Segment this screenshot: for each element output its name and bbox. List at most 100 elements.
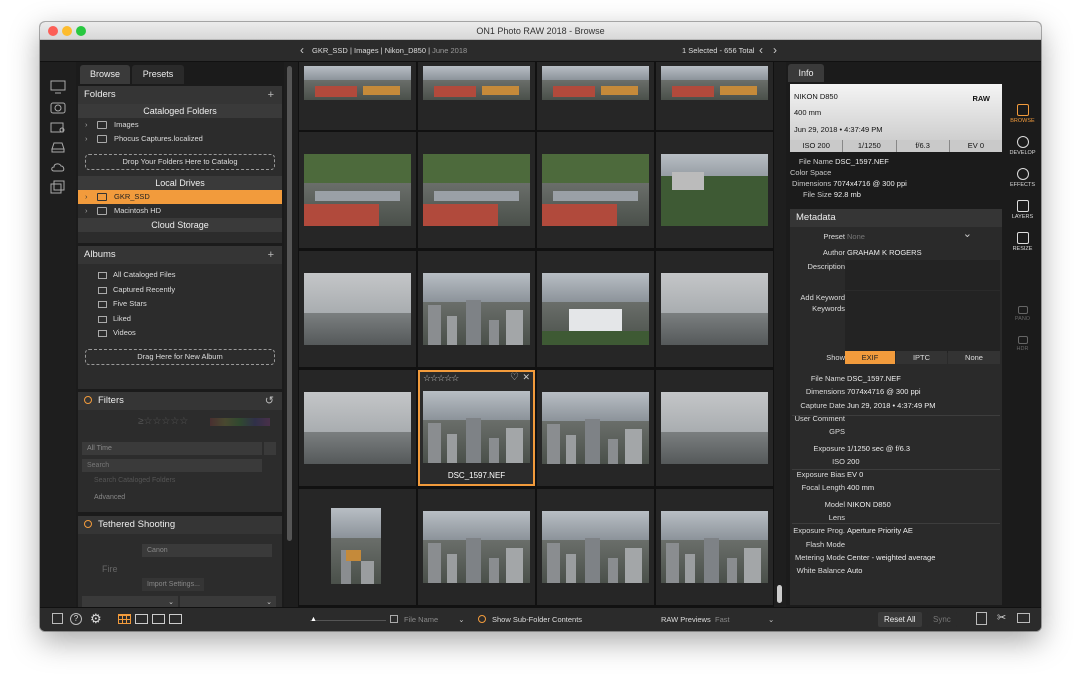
crumb-images[interactable]: Images: [354, 46, 379, 55]
album-item[interactable]: Liked: [78, 312, 282, 327]
tethered-header[interactable]: Tethered Shooting: [78, 516, 282, 534]
folder-item-images[interactable]: › Images: [78, 118, 282, 132]
folder-search-icon[interactable]: [50, 120, 66, 134]
drop-album-target[interactable]: Drag Here for New Album: [85, 348, 275, 365]
thumbnail-cell-selected[interactable]: ☆☆☆☆☆ ♡ ✕ DSC_1597.NEF: [418, 370, 535, 486]
reset-all-button[interactable]: Reset All: [878, 612, 922, 627]
thumbnail-cell[interactable]: [418, 251, 535, 367]
date-filter-toggle[interactable]: [264, 442, 276, 455]
info-tab[interactable]: Info: [788, 64, 824, 82]
sort-dropdown[interactable]: File Name ⌄: [390, 615, 464, 624]
import-settings-button[interactable]: Import Settings...: [142, 578, 204, 591]
chevron-down-icon[interactable]: ⌄: [963, 228, 972, 241]
author-field[interactable]: GRAHAM K ROGERS: [847, 246, 922, 259]
chevron-right-icon[interactable]: ›: [85, 190, 88, 204]
reject-icon[interactable]: ✕: [522, 372, 530, 383]
drop-folders-target[interactable]: Drop Your Folders Here to Catalog: [85, 154, 275, 170]
thumbnail-cell[interactable]: [537, 132, 654, 248]
drive-item-gkr-ssd[interactable]: › GKR_SSD: [78, 190, 282, 204]
search-input[interactable]: Search: [82, 459, 262, 472]
rating-stars[interactable]: ☆☆☆☆☆: [423, 373, 459, 384]
thumbnail-cell[interactable]: [299, 132, 416, 248]
rating-filter-stars[interactable]: ≥☆☆☆☆☆: [138, 416, 188, 427]
thumbnail-cell[interactable]: [656, 132, 773, 248]
reset-filters-icon[interactable]: ↺: [265, 392, 274, 410]
subfolder-toggle[interactable]: Show Sub-Folder Contents: [478, 615, 582, 624]
module-resize[interactable]: RESIZE: [1004, 232, 1041, 252]
folder-item-phocus[interactable]: › Phocus Captures.localized: [78, 132, 282, 146]
sort-direction-checkbox[interactable]: [390, 615, 398, 623]
raw-previews-select[interactable]: Fast: [715, 615, 730, 624]
thumbnail-cell[interactable]: [299, 489, 416, 605]
metadata-header[interactable]: Metadata: [790, 209, 1002, 227]
thumbnail-cell[interactable]: [656, 251, 773, 367]
album-item[interactable]: Five Stars: [78, 297, 282, 312]
chevron-down-icon[interactable]: ⌄: [768, 615, 774, 624]
fire-button[interactable]: Fire: [102, 564, 118, 574]
thumbnail-cell[interactable]: [418, 132, 535, 248]
drive-icon[interactable]: [50, 140, 66, 154]
crumb-drive[interactable]: GKR_SSD: [312, 46, 348, 55]
show-exif-button[interactable]: EXIF: [845, 351, 895, 364]
add-album-plus-icon[interactable]: +: [268, 246, 274, 264]
subfolder-toggle-icon[interactable]: [478, 615, 486, 623]
camera-selector[interactable]: Canon: [142, 544, 272, 557]
slider-handle[interactable]: ▲: [310, 616, 317, 623]
cloud-icon[interactable]: [50, 160, 66, 174]
module-hdr[interactable]: HDR: [1004, 336, 1041, 352]
chevron-right-icon[interactable]: ›: [85, 132, 88, 146]
module-develop[interactable]: DEVELOP: [1004, 136, 1041, 156]
drive-item-macintosh-hd[interactable]: › Macintosh HD: [78, 204, 282, 218]
tethered-toggle-icon[interactable]: [84, 520, 92, 528]
thumbnail-cell[interactable]: [656, 62, 773, 130]
thumbnail-cell[interactable]: [656, 370, 773, 486]
like-heart-icon[interactable]: ♡: [510, 372, 519, 383]
color-label-filter[interactable]: [210, 418, 270, 426]
gear-icon[interactable]: ⚙: [90, 611, 102, 627]
module-browse[interactable]: BROWSE: [1004, 104, 1041, 124]
thumbnail-cell[interactable]: [299, 251, 416, 367]
module-layers[interactable]: LAYERS: [1004, 200, 1041, 220]
thumbnail-cell[interactable]: [299, 62, 416, 130]
module-effects[interactable]: EFFECTS: [1004, 168, 1041, 188]
thumbnail-cell[interactable]: [418, 489, 535, 605]
thumbnail-cell[interactable]: [418, 62, 535, 130]
crumb-nikon[interactable]: Nikon_D850: [385, 46, 426, 55]
thumbnail-cell[interactable]: [537, 251, 654, 367]
scissors-icon[interactable]: ✂: [997, 611, 1006, 624]
add-folder-plus-icon[interactable]: +: [268, 86, 274, 104]
back-chevron-icon[interactable]: ‹: [300, 43, 304, 57]
thumbnail-size-slider[interactable]: [310, 620, 386, 621]
albums-header[interactable]: Albums +: [78, 246, 282, 264]
filters-toggle-icon[interactable]: [84, 396, 92, 404]
minimize-window-button[interactable]: [62, 26, 72, 36]
show-none-button[interactable]: None: [948, 351, 1000, 364]
cloud-storage-header[interactable]: Cloud Storage: [78, 218, 282, 232]
share-icon[interactable]: [976, 612, 987, 625]
detail-view-icon[interactable]: [135, 614, 148, 624]
help-icon[interactable]: ?: [70, 613, 82, 625]
compare-view-icon[interactable]: [169, 614, 182, 624]
close-window-button[interactable]: [48, 26, 58, 36]
left-panel-scrollbar[interactable]: [287, 66, 292, 541]
preset-select[interactable]: None: [847, 230, 865, 243]
grid-view-icon[interactable]: [118, 614, 131, 624]
module-pano[interactable]: PANO: [1004, 306, 1041, 322]
search-cataloged-option[interactable]: Search Cataloged Folders: [94, 477, 175, 484]
grid-scrollbar[interactable]: [777, 585, 782, 603]
prev-chevron-icon[interactable]: ‹: [759, 43, 763, 57]
thumbnail-cell[interactable]: [537, 370, 654, 486]
tab-browse[interactable]: Browse: [80, 65, 130, 84]
folders-header[interactable]: Folders +: [78, 86, 282, 104]
thumbnail-cell[interactable]: [299, 370, 416, 486]
tab-presets[interactable]: Presets: [132, 65, 184, 84]
album-item[interactable]: All Cataloged Files: [78, 268, 282, 283]
sync-button[interactable]: Sync: [927, 612, 957, 627]
filters-header[interactable]: Filters ↺: [78, 392, 282, 410]
zoom-window-button[interactable]: [76, 26, 86, 36]
next-chevron-icon[interactable]: ›: [773, 43, 777, 57]
thumbnail-cell[interactable]: [656, 489, 773, 605]
crumb-june[interactable]: June 2018: [432, 46, 467, 55]
chevron-right-icon[interactable]: ›: [85, 118, 88, 132]
date-filter[interactable]: All Time: [82, 442, 262, 455]
